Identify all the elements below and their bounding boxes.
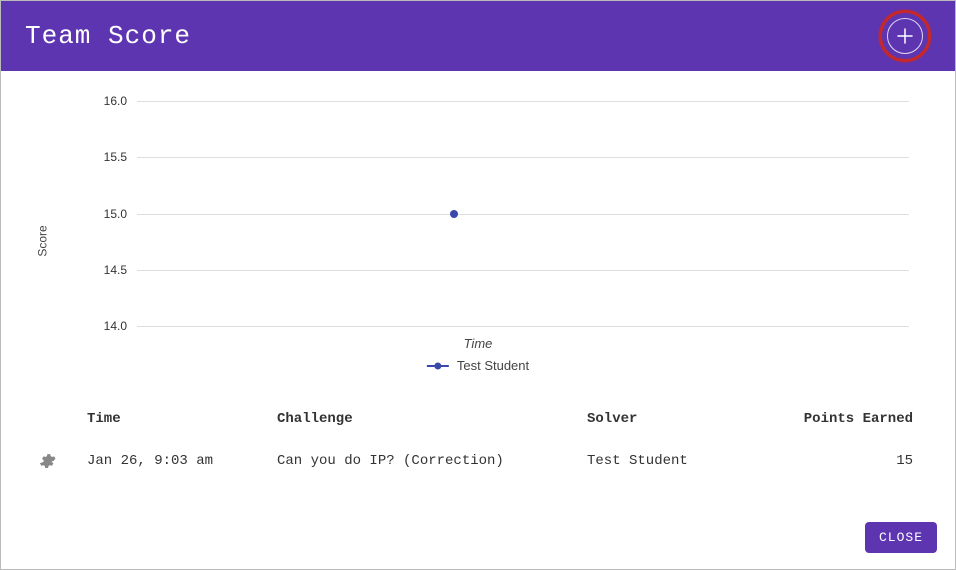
y-tick: 14.0 (104, 319, 127, 333)
add-button-highlight (879, 10, 931, 62)
y-tick: 14.5 (104, 263, 127, 277)
cell-points: 15 (797, 453, 919, 469)
chart-data-point (450, 210, 458, 218)
y-tick: 15.5 (104, 150, 127, 164)
modal-footer: CLOSE (1, 512, 955, 569)
chart-legend: Test Student (427, 358, 529, 373)
gear-icon (38, 452, 56, 470)
legend-line-icon (427, 365, 449, 367)
table-col-time: Time (87, 411, 267, 427)
cell-challenge: Can you do IP? (Correction) (277, 453, 577, 469)
table-col-solver: Solver (587, 411, 787, 427)
gridline (137, 270, 909, 271)
modal-content: Score 16.0 15.5 15.0 14.5 14.0 Time Test… (1, 71, 955, 512)
y-tick: 16.0 (104, 94, 127, 108)
gridline (137, 157, 909, 158)
legend-series-label: Test Student (457, 358, 529, 373)
table-header: Time Challenge Solver Points Earned (37, 399, 919, 439)
chart-xlabel: Time (464, 336, 493, 351)
close-button[interactable]: CLOSE (865, 522, 937, 553)
gridline (137, 101, 909, 102)
gridline (137, 214, 909, 215)
cell-time: Jan 26, 9:03 am (87, 453, 267, 469)
score-table: Time Challenge Solver Points Earned Jan … (37, 399, 919, 483)
chart-ylabel: Score (36, 225, 50, 256)
gridline (137, 326, 909, 327)
modal-header: Team Score (1, 1, 955, 71)
add-button-ring (879, 10, 931, 62)
table-row: Jan 26, 9:03 am Can you do IP? (Correcti… (37, 439, 919, 483)
y-tick: 15.0 (104, 207, 127, 221)
score-chart: Score 16.0 15.5 15.0 14.5 14.0 Time Test… (37, 91, 919, 391)
modal-title: Team Score (25, 21, 191, 51)
table-col-challenge: Challenge (277, 411, 577, 427)
chart-plot: 16.0 15.5 15.0 14.5 14.0 (137, 101, 909, 326)
row-settings-button[interactable] (37, 451, 57, 471)
table-col-points: Points Earned (797, 411, 919, 427)
cell-solver: Test Student (587, 453, 787, 469)
team-score-modal: Team Score Score 16.0 15.5 15.0 14.5 14.… (0, 0, 956, 570)
